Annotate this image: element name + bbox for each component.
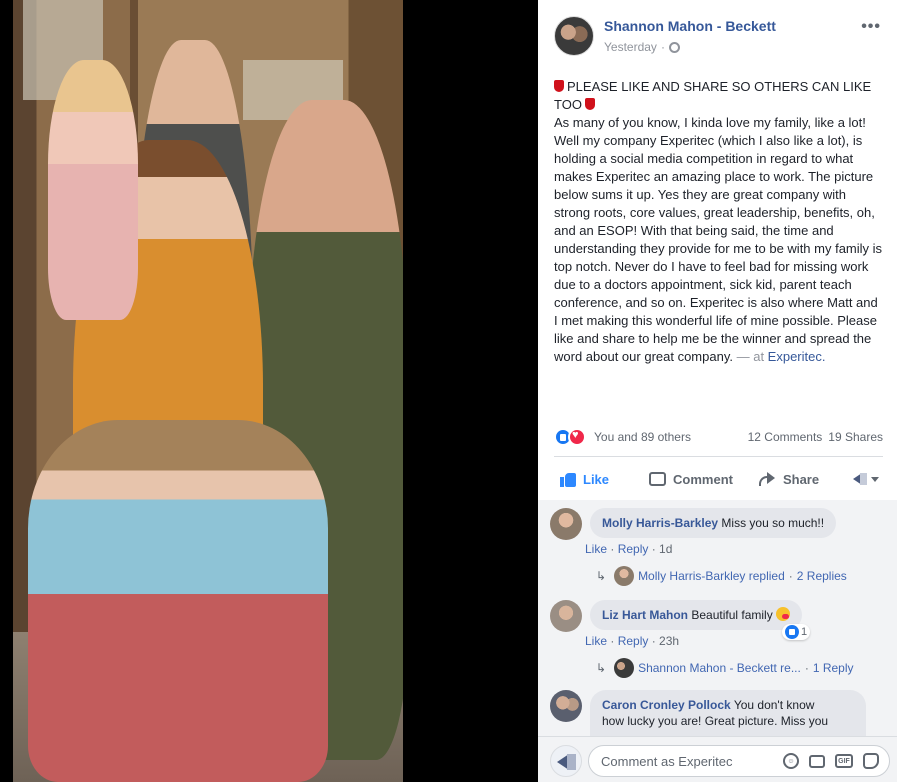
reply-arrow-icon: ↳	[596, 661, 607, 675]
photo-person	[48, 60, 138, 320]
more-options-icon[interactable]: •••	[861, 18, 881, 36]
comment-icon	[649, 472, 667, 486]
photo-pane	[0, 0, 538, 782]
globe-icon[interactable]	[668, 41, 680, 53]
author-name[interactable]: Shannon Mahon - Beckett	[604, 18, 776, 34]
gif-icon[interactable]: GIF	[835, 754, 853, 768]
at-prefix: — at	[732, 349, 768, 364]
replies-link[interactable]: 1 Reply	[813, 661, 854, 675]
comment-reply-link[interactable]: Reply	[618, 542, 649, 556]
thumbs-up-icon	[560, 471, 576, 487]
counts: 12 Comments 19 Shares	[748, 430, 883, 444]
comment-placeholder: Comment as Experitec	[601, 754, 733, 769]
comment-text-continued: how lucky you are! Great picture. Miss y…	[602, 714, 829, 728]
separator: ·	[804, 661, 809, 675]
reaction-count: 1	[801, 626, 808, 638]
comment-composer: Comment as Experitec ☺ GIF	[538, 736, 897, 782]
composer-tools: ☺ GIF	[783, 753, 879, 769]
like-button[interactable]: Like	[554, 463, 615, 495]
post-meta: Yesterday ·	[604, 40, 680, 54]
separator: ·	[660, 40, 665, 54]
share-button[interactable]: Share	[753, 463, 825, 495]
post-body: PLEASE LIKE AND SHARE SO OTHERS CAN LIKE…	[554, 78, 884, 366]
replied-by-text[interactable]: Shannon Mahon - Beckett re...	[638, 661, 801, 675]
shares-count[interactable]: 19 Shares	[828, 430, 883, 444]
comment-input[interactable]: Comment as Experitec ☺ GIF	[588, 745, 890, 777]
comments-section: Molly Harris-Barkley Miss you so much!! …	[538, 500, 897, 742]
replies-link[interactable]: 2 Replies	[797, 569, 847, 583]
hug-emoji-icon	[776, 607, 791, 621]
commenter-name[interactable]: Liz Hart Mahon	[602, 608, 688, 622]
comment-actions: Like · Reply · 1d	[585, 542, 673, 556]
author-avatar[interactable]	[554, 16, 594, 56]
action-bar: Like Comment Share	[554, 460, 883, 498]
comments-count[interactable]: 12 Comments	[748, 430, 823, 444]
post-panel: Shannon Mahon - Beckett Yesterday · ••• …	[538, 0, 897, 782]
photo-person	[28, 420, 328, 782]
comment-like-link[interactable]: Like	[585, 542, 607, 556]
page-selector[interactable]	[852, 471, 883, 487]
headline-text: PLEASE LIKE AND SHARE SO OTHERS CAN LIKE…	[554, 79, 872, 112]
photo-viewer: Shannon Mahon - Beckett Yesterday · ••• …	[0, 0, 897, 782]
comment-label: Comment	[673, 471, 733, 487]
location-link[interactable]: Experitec.	[768, 349, 826, 364]
comment-text: Miss you so much!!	[721, 516, 825, 530]
experitec-avatar[interactable]	[550, 745, 582, 777]
reaction-icons[interactable]	[554, 428, 586, 446]
red-cup-emoji-icon	[584, 98, 595, 110]
experitec-logo-icon	[852, 471, 868, 487]
commenter-name[interactable]: Caron Cronley Pollock	[602, 698, 731, 712]
commenter-name[interactable]: Molly Harris-Barkley	[602, 516, 718, 530]
comment-reply-link[interactable]: Reply	[618, 634, 649, 648]
comment-actions: Like · Reply · 23h	[585, 634, 680, 648]
commenter-avatar[interactable]	[550, 508, 582, 540]
comment-reaction-badge[interactable]: 1	[782, 624, 811, 640]
love-reaction-icon	[568, 428, 586, 446]
reply-summary[interactable]: ↳ Molly Harris-Barkley replied · 2 Repli…	[596, 566, 847, 586]
commenter-avatar[interactable]	[550, 600, 582, 632]
post-text: As many of you know, I kinda love my fam…	[554, 114, 884, 366]
share-icon	[758, 472, 776, 486]
comment-text: You don't know	[733, 698, 815, 712]
divider	[554, 456, 883, 457]
comment-age[interactable]: 1d	[659, 542, 672, 556]
reaction-stats: You and 89 others 12 Comments 19 Shares	[554, 426, 883, 448]
reply-arrow-icon: ↳	[596, 569, 607, 583]
chevron-down-icon	[871, 476, 879, 482]
comment-bubble: Molly Harris-Barkley Miss you so much!!	[590, 508, 837, 538]
like-reaction-icon	[785, 625, 799, 639]
camera-icon[interactable]	[809, 755, 825, 768]
comment-text: Beautiful family	[691, 608, 773, 622]
separator: ·	[788, 569, 793, 583]
reactions-text[interactable]: You and 89 others	[594, 430, 691, 444]
sticker-icon[interactable]	[863, 753, 879, 769]
like-label: Like	[583, 471, 610, 487]
reply-summary[interactable]: ↳ Shannon Mahon - Beckett re... · 1 Repl…	[596, 658, 854, 678]
post-timestamp[interactable]: Yesterday	[604, 40, 657, 54]
replied-by-text[interactable]: Molly Harris-Barkley replied	[638, 569, 785, 583]
post-text-body: As many of you know, I kinda love my fam…	[554, 115, 883, 364]
comment-age[interactable]: 23h	[659, 634, 679, 648]
comment-like-link[interactable]: Like	[585, 634, 607, 648]
replier-avatar	[614, 566, 635, 586]
replier-avatar	[614, 658, 635, 678]
post-header: Shannon Mahon - Beckett Yesterday · •••	[538, 0, 897, 70]
emoji-icon[interactable]: ☺	[783, 753, 799, 769]
comment-bubble: Caron Cronley Pollock You don't know how …	[590, 690, 866, 742]
post-headline: PLEASE LIKE AND SHARE SO OTHERS CAN LIKE…	[554, 78, 884, 114]
family-photo[interactable]	[13, 0, 403, 782]
red-cup-emoji-icon	[554, 80, 564, 92]
share-label: Share	[782, 471, 820, 487]
comment-button[interactable]: Comment	[643, 463, 739, 495]
comment-bubble: Liz Hart Mahon Beautiful family	[590, 600, 803, 630]
commenter-avatar[interactable]	[550, 690, 582, 722]
